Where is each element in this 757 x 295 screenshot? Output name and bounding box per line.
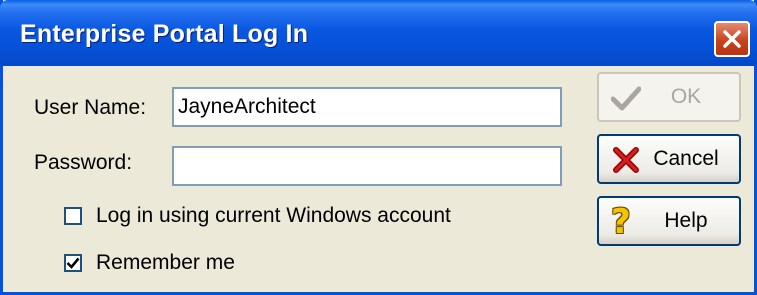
- remember-me-label: Remember me: [96, 251, 235, 274]
- remember-me-option[interactable]: Remember me: [64, 251, 235, 275]
- username-field[interactable]: [172, 87, 562, 127]
- close-button[interactable]: [714, 21, 750, 57]
- dialog-title: Enterprise Portal Log In: [20, 20, 309, 48]
- password-field[interactable]: [172, 146, 562, 186]
- checkmark-icon: [66, 257, 80, 269]
- cancel-button[interactable]: Cancel: [597, 134, 741, 184]
- password-label: Password:: [34, 151, 133, 174]
- ok-button[interactable]: OK: [597, 72, 741, 122]
- windows-account-option[interactable]: Log in using current Windows account: [64, 204, 451, 228]
- username-label: User Name:: [34, 96, 147, 119]
- close-icon: [723, 30, 741, 48]
- help-button[interactable]: ? Help: [597, 196, 741, 246]
- windows-account-label: Log in using current Windows account: [96, 204, 451, 227]
- title-bar[interactable]: Enterprise Portal Log In: [0, 0, 757, 66]
- cancel-label: Cancel: [653, 147, 719, 170]
- windows-account-checkbox[interactable]: [64, 207, 82, 225]
- ok-label: OK: [670, 85, 702, 108]
- remember-me-checkbox[interactable]: [64, 254, 82, 272]
- help-label: Help: [664, 209, 708, 232]
